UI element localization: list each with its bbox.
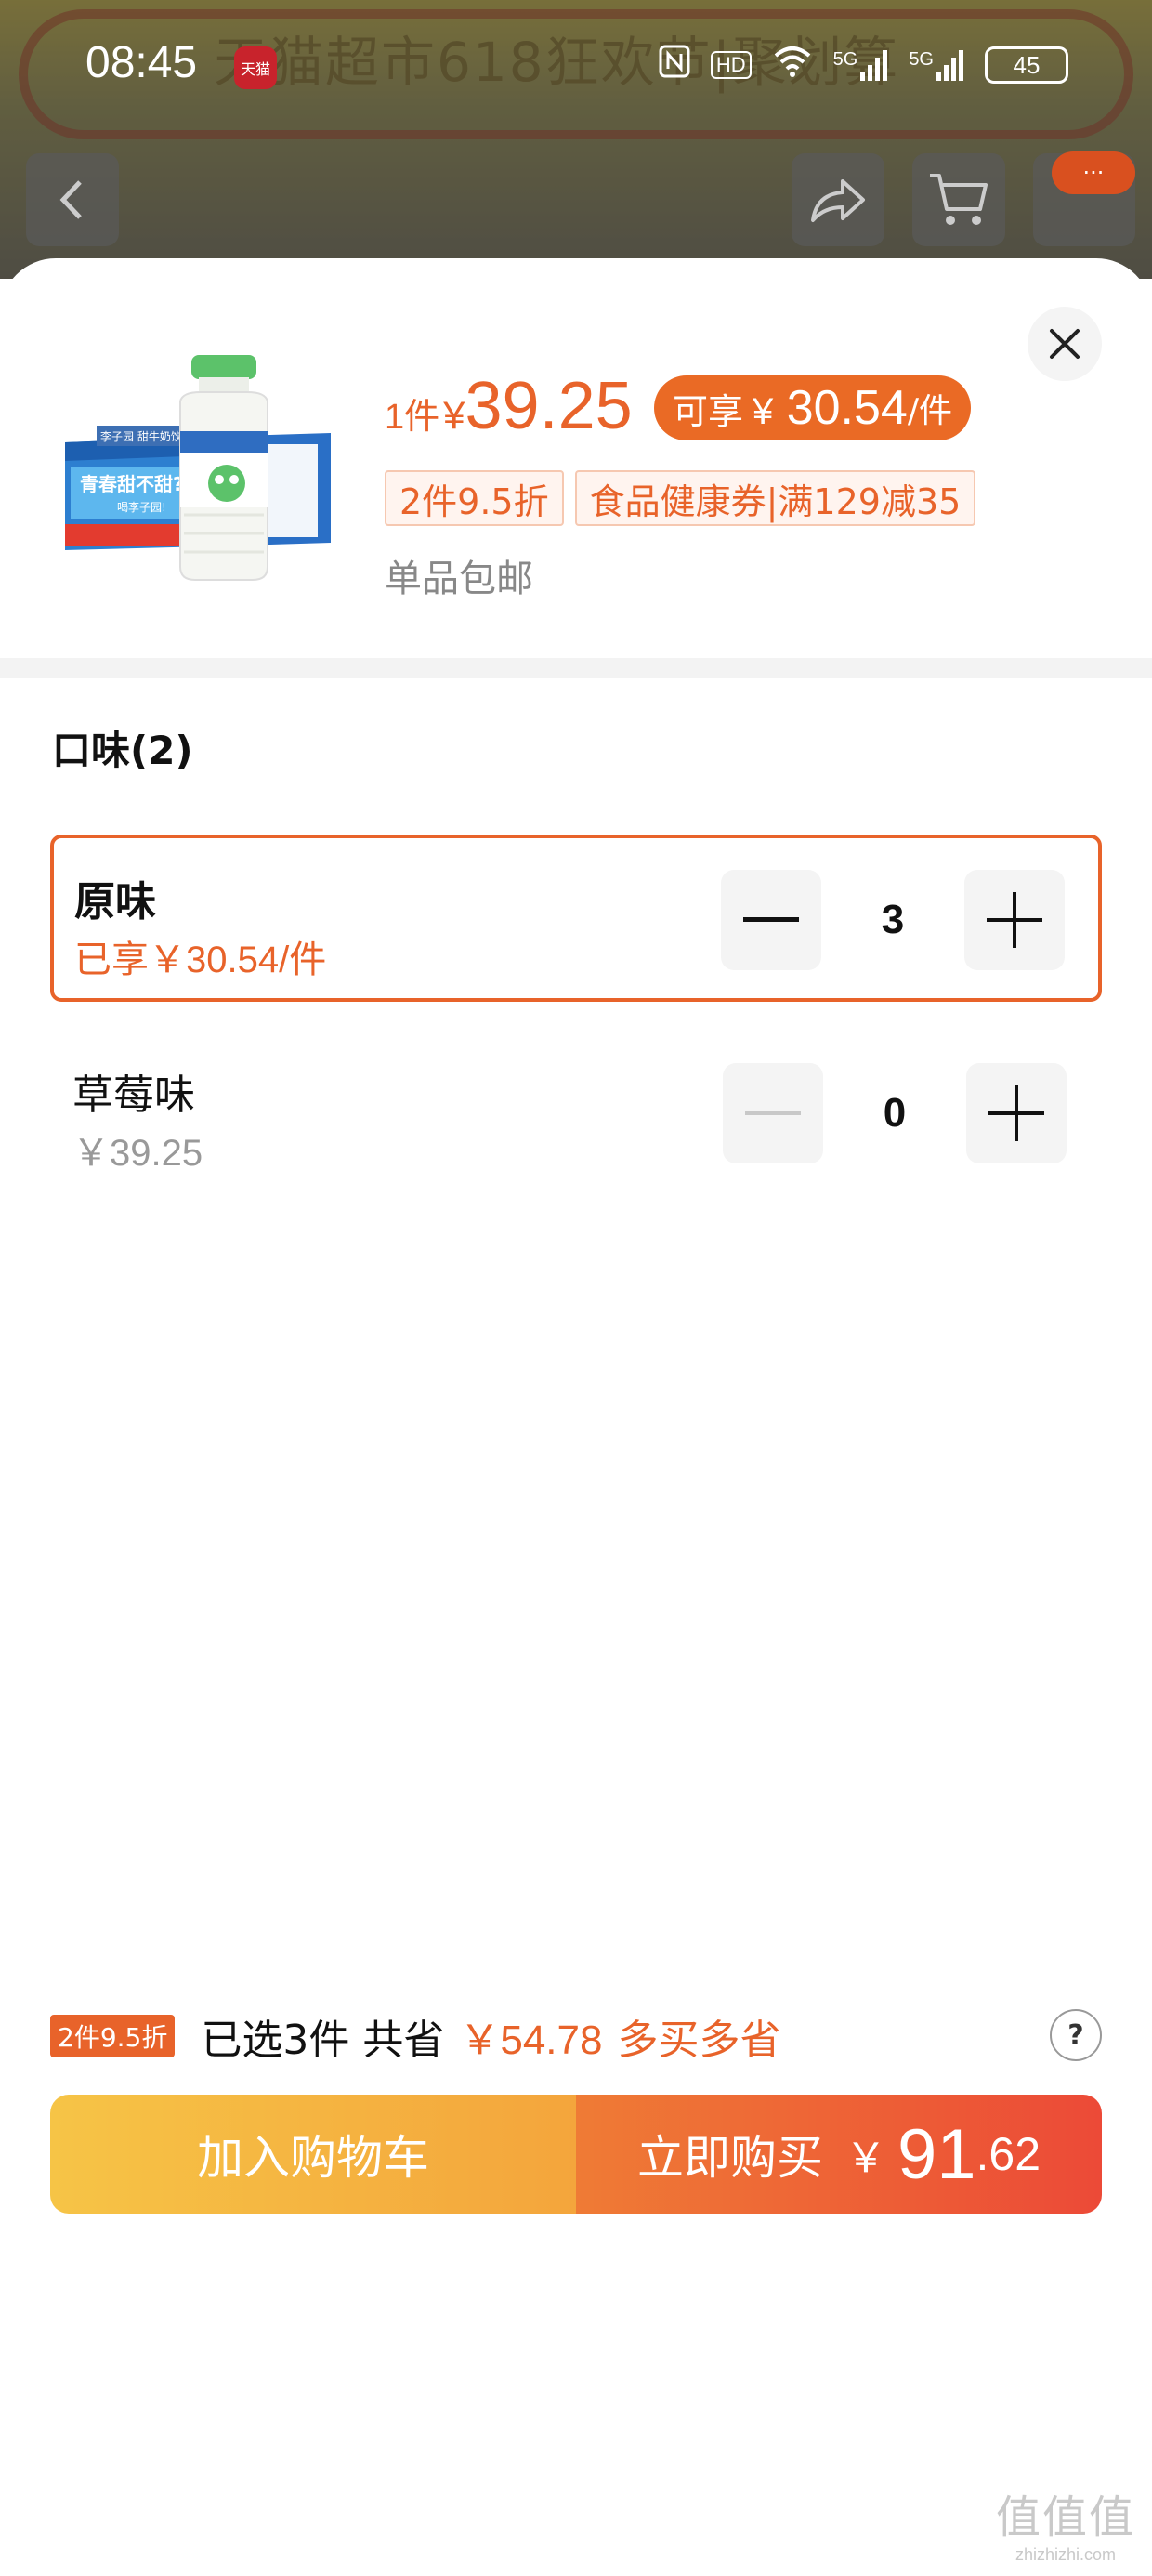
saved-amount: ￥54.78 (459, 2017, 603, 2063)
minus-icon (743, 917, 799, 922)
sku-selector-sheet: 青春甜不甜? 喝李子园! 李子园 甜牛奶饮品 1件 ¥39.25 可享 ¥ 30… (0, 258, 1152, 2576)
promo-price: ¥ 30.54 (753, 381, 908, 435)
promo-tags: 2件9.5折 食品健康券|满129减35 (385, 470, 976, 526)
help-icon[interactable]: ? (1050, 2009, 1102, 2061)
action-buttons: 加入购物车 立即购买 ￥ 91 .62 (50, 2095, 1102, 2214)
close-button[interactable] (1028, 307, 1102, 381)
product-image[interactable]: 青春甜不甜? 喝李子园! 李子园 甜牛奶饮品 (61, 351, 340, 584)
cart-icon (930, 174, 988, 225)
watermark-url: zhizhizhi.com (1015, 2545, 1117, 2564)
plus-icon (988, 1085, 1044, 1141)
product-price: ¥39.25 (443, 368, 633, 444)
discount-tag: 2件9.5折 (385, 470, 564, 526)
buy-now-button[interactable]: 立即购买 ￥ 91 .62 (576, 2095, 1102, 2214)
flavor-option-original[interactable]: 原味 已享￥30.54/件 3 (50, 835, 1102, 1002)
total-decimal: .62 (975, 2128, 1041, 2180)
flavor-name: 原味 (74, 878, 156, 926)
flavor-price: ￥39.25 (72, 1133, 203, 1174)
watermark: 值值值 zhizhizhi.com (996, 2480, 1135, 2565)
price-qty-label: 1件 (385, 398, 440, 437)
decrease-button[interactable] (721, 870, 821, 970)
battery-icon: 45 (985, 46, 1068, 84)
wifi-icon (772, 45, 813, 85)
price-currency: ¥ (443, 393, 465, 437)
promo-price-pill: 可享 ¥ 30.54 /件 (654, 375, 971, 440)
selection-summary: 2件9.5折 已选3件 共省 ￥54.78 多买多省 ? (50, 2004, 1102, 2069)
increase-button[interactable] (963, 870, 1065, 970)
hd-icon: HD (710, 51, 752, 79)
svg-text:青春甜不甜?: 青春甜不甜? (80, 473, 184, 495)
total-currency: ￥ (844, 2136, 886, 2181)
status-icons: HD 5G 5G 45 (659, 45, 1068, 85)
quantity-stepper: 0 (723, 1063, 1067, 1163)
tmall-notification-icon: 天猫 (234, 46, 277, 89)
quantity-value[interactable]: 0 (884, 1090, 906, 1137)
svg-text:李子园 甜牛奶饮品: 李子园 甜牛奶饮品 (100, 429, 193, 443)
more-button[interactable]: ··· (1033, 151, 1135, 246)
svg-text:喝李子园!: 喝李子园! (117, 500, 166, 514)
total-integer: 91 (897, 2114, 976, 2194)
increase-button[interactable] (965, 1063, 1067, 1163)
more-dots-icon: ··· (1052, 151, 1135, 194)
back-button[interactable] (26, 153, 119, 246)
price-row: 1件 ¥39.25 (385, 368, 633, 444)
minus-icon (745, 1111, 801, 1115)
flavor-price: 已享￥30.54/件 (74, 940, 327, 980)
page-navbar: ··· (0, 149, 1152, 251)
flavor-option-strawberry[interactable]: 草莓味 ￥39.25 0 (50, 1030, 1102, 1197)
watermark-logo: 值值值 (995, 2491, 1135, 2543)
buy-now-label: 立即购买 (636, 2131, 823, 2185)
status-bar: 08:45 天猫 HD 5G 5G 45 (0, 28, 1152, 112)
selected-count-text: 已选3件 共省 (201, 2017, 445, 2064)
flavor-section-title: 口味(2) (52, 728, 193, 773)
quantity-stepper: 3 (721, 870, 1065, 970)
discount-badge: 2件9.5折 (50, 2015, 176, 2057)
share-icon (811, 179, 865, 222)
add-to-cart-button[interactable]: 加入购物车 (50, 2095, 576, 2214)
price-value: 39.25 (465, 369, 633, 443)
cart-button[interactable] (912, 153, 1005, 246)
chevron-left-icon (59, 180, 82, 219)
plus-icon (986, 892, 1042, 948)
shipping-info: 单品包邮 (385, 558, 533, 600)
flavor-name: 草莓味 (72, 1071, 195, 1119)
section-divider (0, 658, 1152, 678)
promo-label: 可享 (673, 390, 744, 432)
quantity-value[interactable]: 3 (882, 897, 904, 943)
close-icon (1050, 329, 1080, 359)
promo-unit: /件 (907, 392, 952, 430)
coupon-tag: 食品健康券|满129减35 (574, 470, 976, 526)
status-time: 08:45 (85, 38, 198, 87)
decrease-button[interactable] (723, 1063, 823, 1163)
share-button[interactable] (792, 153, 884, 246)
signal-icon-1: 5G (833, 49, 889, 81)
buy-more-text: 多买多省 (617, 2017, 781, 2064)
nfc-icon (659, 45, 690, 85)
signal-icon-2: 5G (909, 49, 964, 81)
